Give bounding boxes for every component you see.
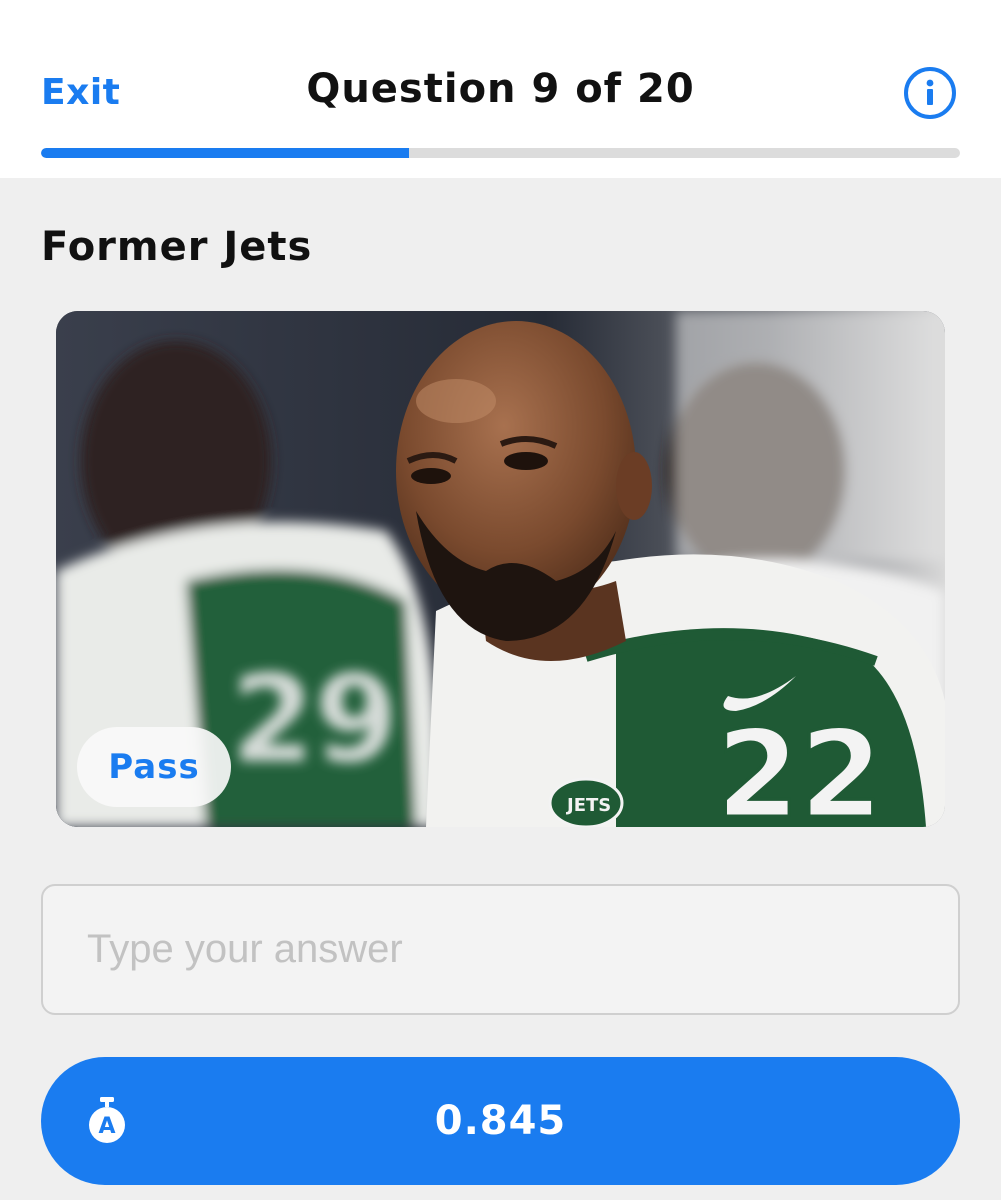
- jersey-number-22: 22: [716, 706, 883, 827]
- jets-logo-text: JETS: [565, 795, 611, 816]
- submit-button[interactable]: A 0.845: [41, 1057, 960, 1185]
- progress-bar-fill: [41, 148, 409, 158]
- info-icon[interactable]: [904, 67, 956, 119]
- jersey-number-29: 29: [231, 651, 398, 790]
- top-bar: Exit Question 9 of 20: [0, 0, 1001, 178]
- answer-input[interactable]: [41, 884, 960, 1015]
- progress-bar: [41, 148, 960, 158]
- question-category: Former Jets: [41, 224, 313, 270]
- question-counter: Question 9 of 20: [306, 66, 695, 112]
- timer-value: 0.845: [434, 1098, 567, 1144]
- pass-button[interactable]: Pass: [77, 727, 231, 807]
